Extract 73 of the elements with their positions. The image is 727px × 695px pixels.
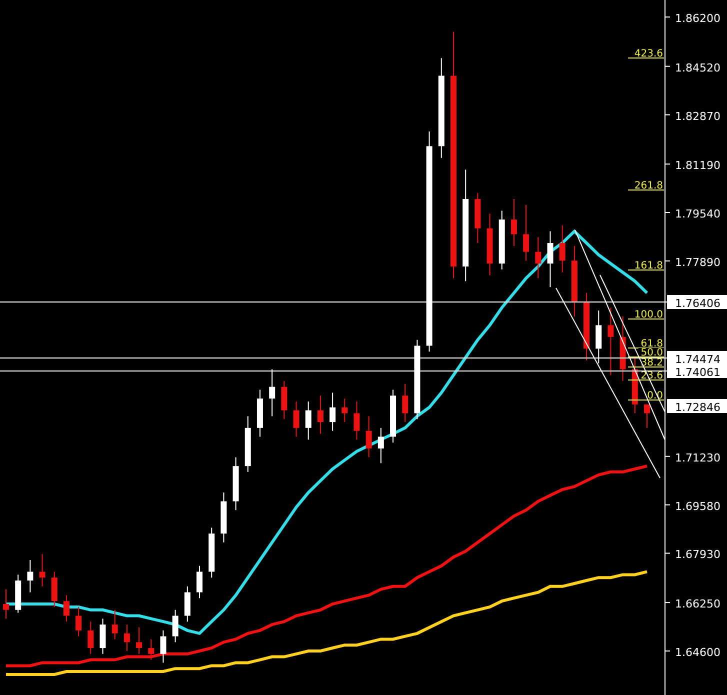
price-label: 1.69580 bbox=[675, 500, 720, 513]
price-label: 1.79540 bbox=[675, 208, 720, 220]
price-label: 1.66250 bbox=[675, 598, 720, 611]
price-label: 1.82870 bbox=[675, 110, 720, 123]
candle bbox=[88, 621, 94, 654]
candle bbox=[148, 638, 154, 660]
candle bbox=[390, 389, 396, 444]
candle bbox=[136, 627, 142, 654]
candle bbox=[172, 609, 178, 643]
price-label: 1.84520 bbox=[675, 61, 720, 74]
price-tag: 1.74474 bbox=[667, 351, 727, 366]
fibonacci-line bbox=[628, 356, 664, 358]
fibonacci-level-label: 61.8 bbox=[638, 338, 664, 350]
candle bbox=[27, 560, 34, 593]
price-label: 1.71230 bbox=[675, 451, 720, 464]
candle bbox=[523, 204, 530, 262]
candle bbox=[305, 401, 312, 440]
candle bbox=[330, 392, 336, 432]
fibonacci-level-label: 261.8 bbox=[632, 180, 664, 192]
candle bbox=[498, 210, 505, 270]
fibonacci-level-label: 100.0 bbox=[632, 310, 664, 320]
candle bbox=[596, 310, 602, 364]
candle bbox=[510, 198, 517, 246]
candle bbox=[124, 624, 130, 652]
candle bbox=[112, 609, 118, 640]
candle bbox=[620, 316, 626, 382]
fibonacci-level-label: 50.0 bbox=[638, 348, 664, 358]
price-tag: 1.76406 bbox=[667, 295, 727, 310]
fibonacci-line bbox=[628, 366, 664, 368]
candle bbox=[76, 606, 82, 637]
candle bbox=[232, 456, 239, 511]
candle bbox=[354, 401, 360, 440]
candle bbox=[535, 236, 542, 279]
candle bbox=[196, 565, 202, 599]
candle bbox=[15, 574, 22, 614]
candle bbox=[293, 401, 300, 438]
candle bbox=[256, 389, 263, 438]
candle bbox=[547, 230, 554, 288]
price-tag: 1.72846 bbox=[667, 399, 727, 414]
fibonacci-line bbox=[628, 318, 664, 320]
candle bbox=[39, 554, 46, 587]
candle bbox=[559, 224, 566, 273]
price-label: 1.64600 bbox=[675, 646, 720, 659]
candle bbox=[269, 368, 276, 417]
candle bbox=[281, 380, 288, 420]
candle bbox=[632, 356, 638, 414]
candle bbox=[100, 618, 106, 654]
candle bbox=[402, 383, 408, 423]
price-label: 1.86200 bbox=[675, 12, 720, 26]
price-label: 1.81190 bbox=[675, 159, 720, 172]
candle bbox=[184, 586, 190, 622]
fibonacci-level-label: 161.8 bbox=[632, 260, 664, 272]
fibonacci-level-label: 423.6 bbox=[632, 48, 664, 60]
candle bbox=[474, 192, 481, 244]
candle bbox=[584, 292, 590, 361]
candle bbox=[63, 594, 70, 622]
candle bbox=[644, 404, 650, 428]
candle bbox=[608, 307, 614, 376]
candle bbox=[486, 213, 493, 276]
candle bbox=[208, 527, 215, 578]
candle bbox=[3, 588, 9, 620]
candle bbox=[244, 416, 251, 472]
candle bbox=[571, 245, 578, 317]
candle bbox=[160, 630, 166, 664]
price-tag: 1.74061 bbox=[667, 364, 727, 379]
candle bbox=[51, 571, 58, 608]
candle bbox=[366, 416, 372, 458]
price-label: 1.67930 bbox=[675, 548, 720, 562]
candle bbox=[342, 398, 348, 423]
price-label: 1.77890 bbox=[675, 256, 720, 269]
candle bbox=[378, 427, 384, 464]
candle bbox=[220, 492, 227, 543]
candle bbox=[317, 395, 324, 434]
